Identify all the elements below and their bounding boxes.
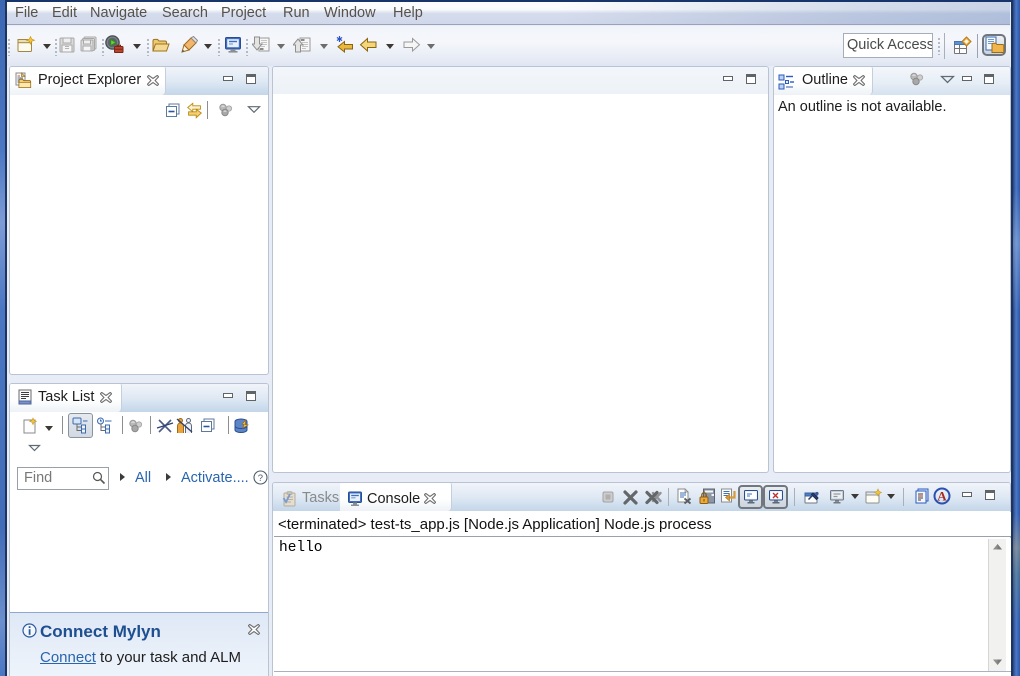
svg-text:?: ? (258, 473, 263, 484)
svg-text:A: A (937, 489, 947, 504)
